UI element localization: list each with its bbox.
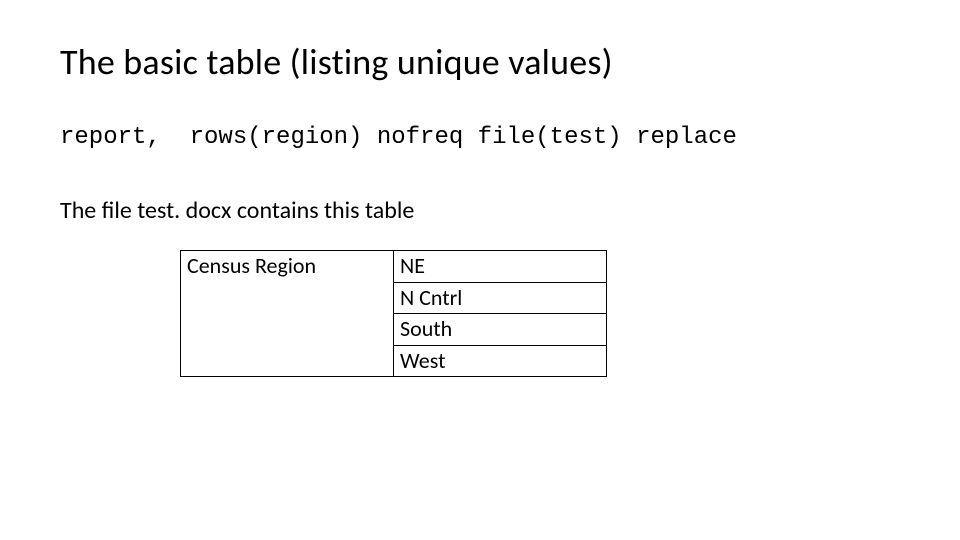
slide-content: The basic table (listing unique values) … (0, 0, 960, 377)
code-command: report, rows(region) nofreq file(test) r… (60, 124, 900, 151)
slide-title: The basic table (listing unique values) (60, 40, 900, 84)
table-value-cell: West (394, 345, 607, 377)
body-description: The file test. docx contains this table (60, 196, 900, 225)
census-table: Census Region NE N Cntrl South West (180, 250, 607, 377)
table-row: Census Region NE (181, 251, 607, 283)
table-header-cell: Census Region (181, 251, 394, 377)
table-value-cell: N Cntrl (394, 282, 607, 314)
table-container: Census Region NE N Cntrl South West (180, 250, 900, 377)
table-value-cell: South (394, 314, 607, 346)
table-value-cell: NE (394, 251, 607, 283)
